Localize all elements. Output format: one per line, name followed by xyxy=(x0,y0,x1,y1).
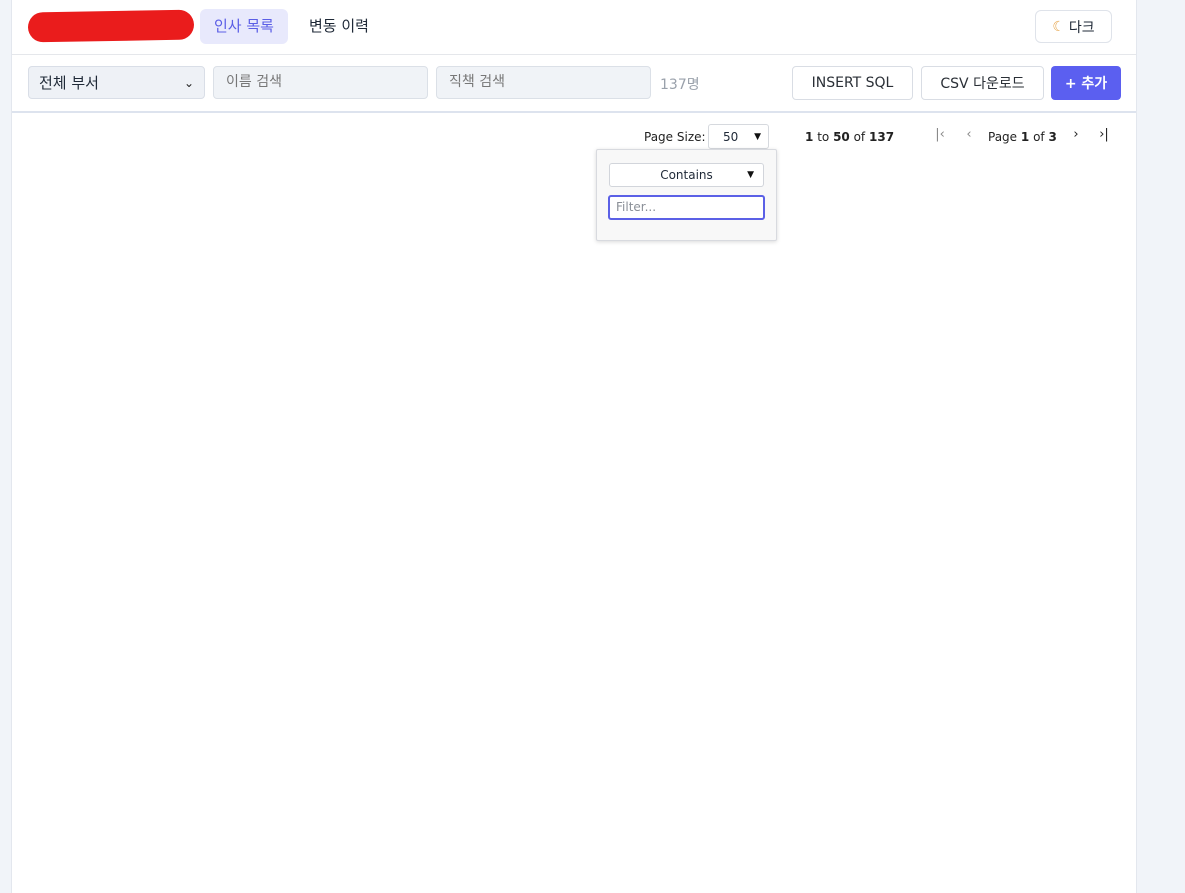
chevron-down-icon: ⌄ xyxy=(183,75,194,90)
filter-type-select[interactable]: Contains ▼ xyxy=(609,163,764,187)
employee-count: 137명 xyxy=(660,77,700,93)
moon-icon: ☾ xyxy=(1052,18,1065,35)
page-size-value: 50 xyxy=(723,129,739,144)
range-to: 50 xyxy=(833,130,850,144)
page-word: Page xyxy=(988,130,1018,144)
page-size-select[interactable]: 50 ▼ xyxy=(708,124,769,149)
first-page-icon[interactable]: |‹ xyxy=(933,127,947,142)
page-total: 3 xyxy=(1048,130,1057,144)
range-total: 137 xyxy=(869,130,895,144)
department-select[interactable]: 전체 부서 ⌄ xyxy=(28,66,205,99)
header: 인사 목록 변동 이력 ☾ 다크 xyxy=(12,0,1136,55)
row-range-summary: 1 to 50 of 137 xyxy=(805,130,894,160)
range-from: 1 xyxy=(805,130,814,144)
title-search-input[interactable]: 직책 검색 xyxy=(436,66,651,99)
dark-mode-button[interactable]: ☾ 다크 xyxy=(1035,10,1112,43)
column-filter-popup: Contains ▼ Filter... xyxy=(596,149,777,241)
csv-download-button[interactable]: CSV 다운로드 xyxy=(921,66,1044,100)
name-search-input[interactable]: 이름 검색 xyxy=(213,66,428,99)
previous-page-icon[interactable]: ‹ xyxy=(962,127,976,142)
dark-mode-label: 다크 xyxy=(1068,19,1095,36)
page-of-word: of xyxy=(1033,130,1045,144)
filter-type-value: Contains xyxy=(660,168,713,182)
app-window: 인사 목록 변동 이력 ☾ 다크 전체 부서 ⌄ 이름 검색 직책 검색 137… xyxy=(11,0,1137,893)
insert-sql-button[interactable]: INSERT SQL xyxy=(792,66,913,100)
caret-down-icon: ▼ xyxy=(754,131,761,142)
tab-employee-list[interactable]: 인사 목록 xyxy=(200,9,288,44)
logo xyxy=(27,9,195,43)
page-indicator: Page 1 of 3 xyxy=(988,130,1057,160)
page-current: 1 xyxy=(1020,130,1030,144)
last-page-icon[interactable]: ›| xyxy=(1097,127,1111,142)
add-button[interactable]: + 추가 xyxy=(1051,66,1121,100)
next-page-icon[interactable]: › xyxy=(1069,127,1083,142)
range-to-word: to xyxy=(817,130,830,144)
caret-down-icon: ▼ xyxy=(747,170,754,180)
range-of-word: of xyxy=(853,130,866,144)
toolbar: 전체 부서 ⌄ 이름 검색 직책 검색 137명 INSERT SQL CSV … xyxy=(12,55,1136,113)
department-select-value: 전체 부서 xyxy=(39,74,99,92)
tab-change-history[interactable]: 변동 이력 xyxy=(295,9,383,44)
filter-input[interactable]: Filter... xyxy=(608,195,765,220)
